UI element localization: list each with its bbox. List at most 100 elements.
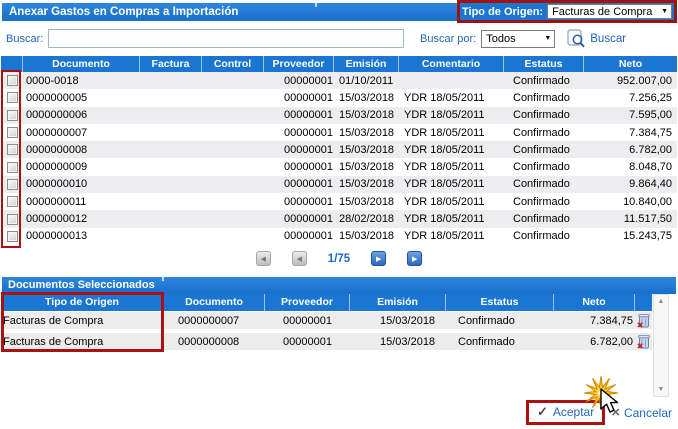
cell-proveedor: 00000001 — [264, 144, 334, 156]
selected-documents-title: Documentos Seleccionados — [8, 279, 155, 291]
header-cell: Control — [202, 56, 264, 72]
row-checkbox[interactable] — [7, 127, 18, 138]
cancel-button-label: Cancelar — [624, 406, 672, 420]
cell-comentario: YDR 18/05/2011 — [399, 178, 504, 190]
search-by-label: Buscar por: — [420, 33, 476, 45]
search-icon — [567, 29, 586, 48]
search-input[interactable] — [48, 29, 404, 48]
cell-emision: 15/03/2018 — [334, 109, 399, 121]
table-row[interactable]: 00000000050000000115/03/2018YDR 18/05/20… — [1, 89, 677, 106]
table-row[interactable]: 00000000110000000115/03/2018YDR 18/05/20… — [1, 193, 677, 210]
header-cell: Proveedor — [264, 56, 334, 72]
cell-documento: 0000000008 — [164, 336, 265, 348]
header-cell: Estatus — [504, 56, 584, 72]
row-checkbox[interactable] — [7, 75, 18, 86]
search-by-select[interactable]: Todos ▼ — [481, 30, 555, 48]
selected-row[interactable]: Facturas de Compra00000000070000000115/0… — [1, 312, 652, 329]
cell-neto: 7.595,00 — [584, 109, 677, 121]
row-checkbox[interactable] — [7, 110, 18, 121]
table-row[interactable]: 00000000090000000115/03/2018YDR 18/05/20… — [1, 158, 677, 175]
accept-highlight-box: ✓ Aceptar — [526, 400, 605, 425]
row-checkbox[interactable] — [7, 231, 18, 242]
checkbox-cell — [1, 127, 23, 138]
cell-emision: 15/03/2018 — [350, 336, 446, 348]
cell-proveedor: 00000001 — [264, 127, 334, 139]
cell-proveedor: 00000001 — [264, 196, 334, 208]
origin-type-label: Tipo de Origen: — [462, 6, 543, 18]
selected-row[interactable]: Facturas de Compra00000000080000000115/0… — [1, 333, 652, 350]
table-row[interactable]: 00000000100000000115/03/2018YDR 18/05/20… — [1, 176, 677, 193]
cell-documento: 0000-0018 — [23, 75, 140, 87]
anexar-gastos-dialog: Anexar Gastos en Compras a Importación T… — [0, 0, 678, 429]
table-row[interactable]: 00000000130000000115/03/2018YDR 18/05/20… — [1, 228, 677, 245]
cell-emision: 15/03/2018 — [334, 144, 399, 156]
cell-comentario: YDR 18/05/2011 — [399, 230, 504, 242]
cell-emision: 15/03/2018 — [350, 315, 446, 327]
prev-page-button[interactable]: ◀ — [292, 251, 307, 266]
accept-button[interactable]: Aceptar — [553, 405, 594, 419]
table-row[interactable]: 00000000070000000115/03/2018YDR 18/05/20… — [1, 124, 677, 141]
cell-neto: 9.864,40 — [584, 178, 677, 190]
cell-emision: 15/03/2018 — [334, 161, 399, 173]
last-page-button[interactable]: ▶ — [407, 251, 422, 266]
main-table-header: DocumentoFacturaControlProveedorEmisiónC… — [1, 56, 677, 72]
titlebar-divider — [315, 3, 317, 7]
checkbox-cell — [1, 162, 23, 173]
cell-estatus: Confirmado — [504, 144, 584, 156]
row-checkbox[interactable] — [7, 214, 18, 225]
delete-row-button[interactable] — [635, 334, 652, 349]
row-checkbox[interactable] — [7, 144, 18, 155]
row-checkbox[interactable] — [7, 92, 18, 103]
table-row[interactable]: 00000000060000000115/03/2018YDR 18/05/20… — [1, 107, 677, 124]
checkbox-cell — [1, 110, 23, 121]
cell-neto: 10.840,00 — [584, 196, 677, 208]
search-label: Buscar: — [6, 33, 48, 45]
header-cell: Factura — [140, 56, 202, 72]
main-table-body: 0000-00180000000101/10/2011Confirmado952… — [1, 72, 677, 245]
cell-estatus: Confirmado — [446, 336, 554, 348]
cell-documento: 0000000005 — [23, 92, 140, 104]
table-row[interactable]: 00000000120000000128/02/2018YDR 18/05/20… — [1, 210, 677, 227]
cell-documento: 0000000006 — [23, 109, 140, 121]
origin-type-select[interactable]: Facturas de Compra ▼ — [547, 4, 672, 19]
selected-table-header: Tipo de OrigenDocumentoProveedorEmisiónE… — [1, 294, 652, 311]
cell-emision: 28/02/2018 — [334, 213, 399, 225]
cell-emision: 01/10/2011 — [334, 75, 399, 87]
cell-estatus: Confirmado — [504, 75, 584, 87]
cell-proveedor: 00000001 — [264, 109, 334, 121]
next-page-button[interactable]: ▶ — [371, 251, 386, 266]
cell-documento: 0000000010 — [23, 178, 140, 190]
selected-table-scrollbar[interactable]: ▲ ▼ — [653, 294, 669, 397]
delete-row-button[interactable] — [635, 313, 652, 328]
selected-bar-divider — [162, 277, 164, 281]
first-page-icon: ◀ — [261, 255, 266, 263]
search-button-label: Buscar — [590, 33, 626, 45]
table-row[interactable]: 0000-00180000000101/10/2011Confirmado952… — [1, 72, 677, 89]
footer-actions: ✓ Aceptar × Cancelar — [526, 400, 672, 425]
cell-tipo: Facturas de Compra — [1, 336, 164, 348]
scroll-down-icon[interactable]: ▼ — [654, 383, 668, 396]
scroll-up-icon[interactable]: ▲ — [654, 295, 668, 308]
cell-proveedor: 00000001 — [264, 75, 334, 87]
last-page-icon: ▶ — [412, 255, 417, 263]
check-icon: ✓ — [537, 404, 548, 420]
table-row[interactable]: 00000000080000000115/03/2018YDR 18/05/20… — [1, 141, 677, 158]
checkbox-cell — [1, 92, 23, 103]
prev-page-icon: ◀ — [297, 255, 302, 263]
cell-documento: 0000000011 — [23, 196, 140, 208]
cell-proveedor: 00000001 — [265, 336, 350, 348]
cancel-button[interactable]: × Cancelar — [611, 404, 672, 421]
next-page-icon: ▶ — [376, 255, 381, 263]
row-checkbox[interactable] — [7, 196, 18, 207]
close-icon: × — [611, 404, 620, 421]
cell-estatus: Confirmado — [504, 196, 584, 208]
search-button[interactable]: Buscar — [567, 29, 626, 48]
row-checkbox[interactable] — [7, 162, 18, 173]
row-checkbox[interactable] — [7, 179, 18, 190]
cell-proveedor: 00000001 — [265, 315, 350, 327]
cell-comentario: YDR 18/05/2011 — [399, 92, 504, 104]
checkbox-cell — [1, 144, 23, 155]
cell-proveedor: 00000001 — [264, 230, 334, 242]
header-cell: Tipo de Origen — [1, 294, 164, 311]
first-page-button[interactable]: ◀ — [256, 251, 271, 266]
